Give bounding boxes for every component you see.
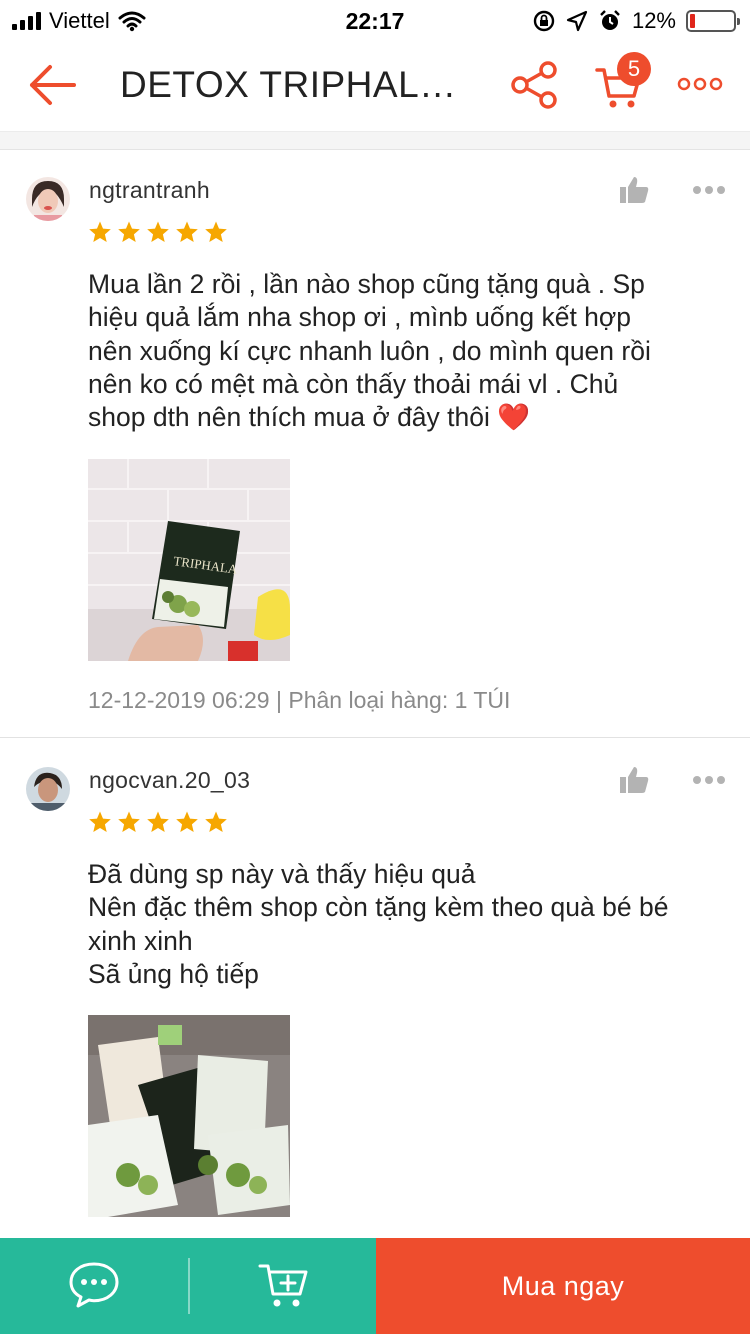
star-icon [176, 811, 198, 832]
star-icon [205, 811, 227, 832]
review-more-icon[interactable] [692, 185, 726, 195]
review-username: ngtrantranh [89, 177, 210, 203]
back-arrow-icon[interactable] [26, 62, 78, 108]
review-text-line: shop dth nên thích mua ở đây thôi ❤️ [88, 402, 531, 433]
page-title: DETOX TRIPHAL… [120, 64, 457, 105]
buy-now-button[interactable]: Mua ngay [376, 1238, 750, 1334]
review-text: Đã dùng sp này và thấy hiệu quả Nên đặc … [88, 858, 728, 991]
location-icon [566, 10, 588, 32]
thumbs-up-icon[interactable] [618, 175, 650, 205]
review-text-line: nên ko có mệt mà còn thấy thoải mái vl .… [88, 368, 619, 399]
chat-icon[interactable] [68, 1260, 120, 1310]
review-meta: 12-12-2019 06:29 | Phân loại hàng: 1 TÚI [88, 687, 511, 713]
review-username: ngocvan.20_03 [89, 767, 251, 793]
star-icon [118, 811, 140, 832]
product-header: DETOX TRIPHAL… 5 [0, 40, 750, 132]
battery-percent: 12% [631, 8, 676, 33]
review-separator [0, 737, 750, 738]
add-to-cart-icon[interactable] [258, 1260, 312, 1310]
star-rating [88, 810, 228, 834]
review-text-line: Đã dùng sp này và thấy hiệu quả [88, 859, 476, 889]
orientation-lock-icon [533, 10, 555, 32]
avatar[interactable] [26, 177, 70, 221]
star-icon [176, 221, 198, 242]
review-text-line: Sã ủng hộ tiếp [88, 958, 259, 989]
status-right: 12% [532, 8, 740, 34]
bottom-action-bar: Mua ngay [0, 1238, 750, 1334]
review-more-icon[interactable] [692, 775, 726, 785]
secondary-actions [0, 1238, 376, 1334]
cart-count-badge: 5 [617, 52, 651, 86]
star-icon [147, 811, 169, 832]
bottom-bar-divider [188, 1258, 190, 1314]
star-icon [89, 811, 111, 832]
thumbs-up-icon[interactable] [618, 765, 650, 795]
review-photo[interactable]: TRIPHALA [88, 459, 290, 661]
review-text-line: Mua lần 2 rồi , lần nào shop cũng tặng q… [88, 269, 645, 299]
review-photo[interactable] [88, 1015, 290, 1217]
star-rating [88, 220, 228, 244]
review-text-line: xinh xinh [88, 925, 193, 956]
star-icon [118, 221, 140, 242]
review-text: Mua lần 2 rồi , lần nào shop cũng tặng q… [88, 268, 728, 434]
star-icon [147, 221, 169, 242]
alarm-icon [600, 10, 620, 30]
review-text-line: hiệu quả lắm nha shop ơi , mìnb uống kết… [88, 302, 632, 333]
header-divider [0, 132, 750, 150]
review-text-line: nên xuống kí cực nhanh luôn , do mình qu… [88, 335, 651, 366]
status-bar: Viettel 22:17 12% [0, 0, 750, 40]
star-icon [205, 221, 227, 242]
share-icon[interactable] [508, 60, 560, 110]
battery-icon [686, 10, 740, 32]
star-icon [89, 221, 111, 242]
more-icon[interactable] [676, 76, 724, 92]
avatar[interactable] [26, 767, 70, 811]
review-text-line: Nên đặc thêm shop còn tặng kèm theo quà … [88, 892, 669, 923]
